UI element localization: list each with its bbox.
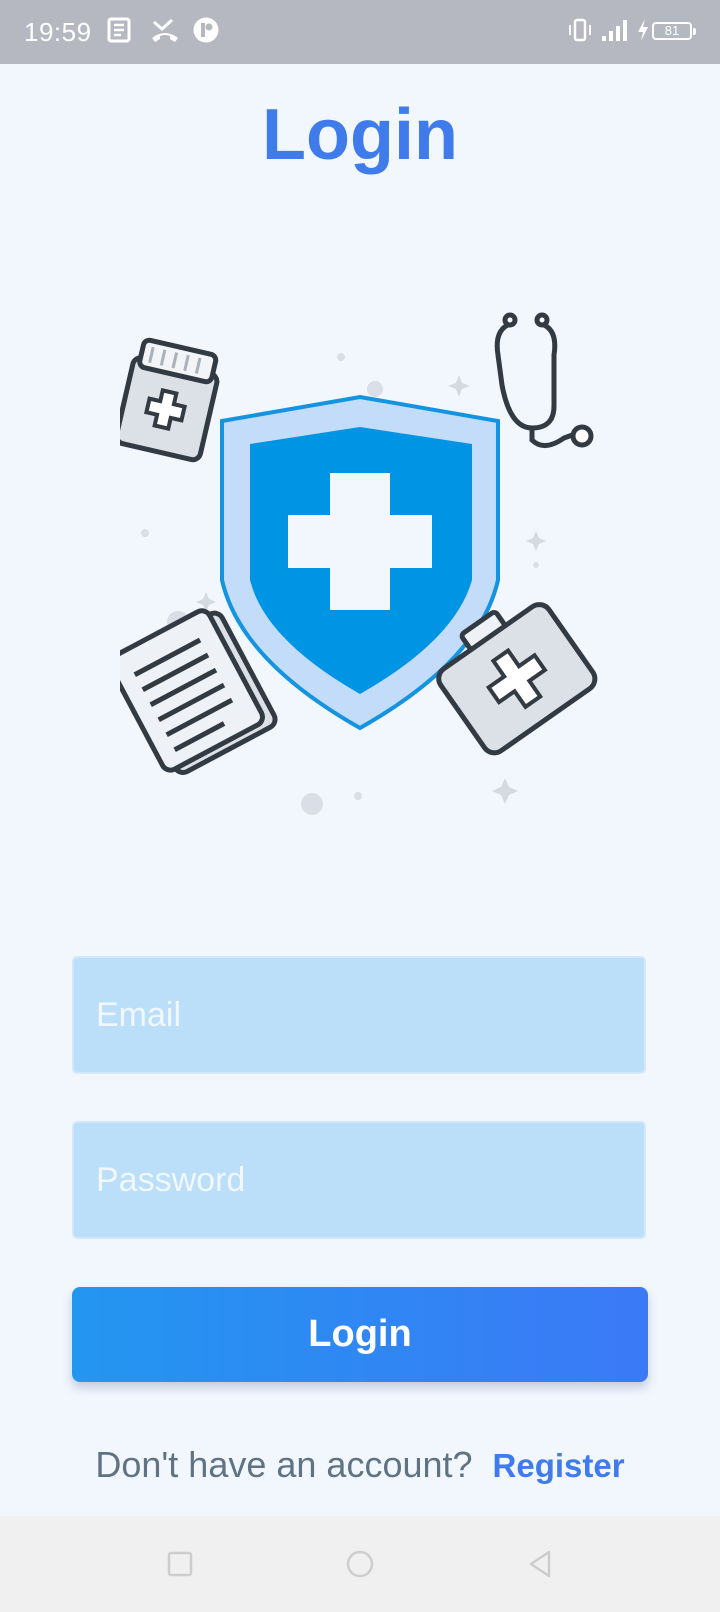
recent-apps-icon[interactable] <box>162 1546 198 1582</box>
register-prompt: Don't have an account? <box>95 1444 473 1485</box>
status-time: 19:59 <box>24 17 92 47</box>
stethoscope-icon <box>494 312 594 448</box>
news-icon <box>107 17 131 43</box>
register-link[interactable]: Register <box>493 1447 625 1484</box>
charging-icon <box>638 19 648 41</box>
login-button[interactable]: Login <box>72 1287 648 1382</box>
password-field[interactable] <box>72 1121 646 1239</box>
vibrate-icon <box>569 18 591 42</box>
register-row: Don't have an account? Register <box>0 1443 720 1488</box>
home-icon[interactable] <box>342 1546 378 1582</box>
nav-bar <box>0 1516 720 1612</box>
battery-icon: 81 <box>652 22 696 40</box>
signal-icon <box>602 20 627 41</box>
medicine-jar-icon <box>120 337 220 463</box>
medical-illustration <box>120 312 598 815</box>
app-badge-icon <box>193 17 219 43</box>
email-field[interactable] <box>72 956 646 1074</box>
status-bar: 19:59 81 <box>0 0 720 64</box>
page-title: Login <box>262 95 458 175</box>
back-icon[interactable] <box>522 1546 558 1582</box>
missed-call-icon <box>152 18 178 42</box>
